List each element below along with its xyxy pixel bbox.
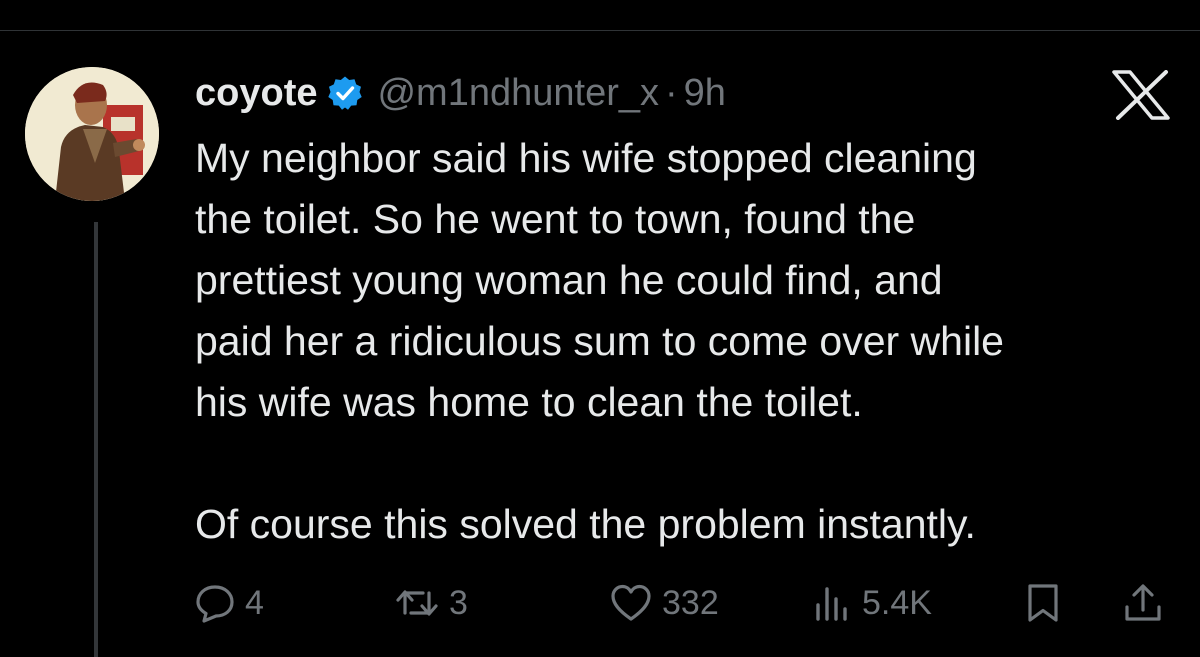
thread-line	[94, 222, 98, 657]
speech-bubble-icon	[195, 583, 235, 623]
action-bar: 4 3 332 5.4K	[195, 578, 1170, 628]
bookmark-icon	[1025, 582, 1061, 624]
avatar[interactable]	[25, 67, 159, 201]
share-upload-icon	[1123, 582, 1163, 624]
share-button[interactable]	[1123, 578, 1163, 628]
user-handle[interactable]: @m1ndhunter_x	[377, 72, 659, 115]
repost-button[interactable]: 3	[395, 578, 468, 628]
tweet-line: prettiest young woman he could find, and	[195, 257, 943, 303]
tweet-line: the toilet. So he went to town, found th…	[195, 196, 916, 242]
reply-button[interactable]: 4	[195, 578, 264, 628]
avatar-illustration	[25, 67, 159, 201]
repost-arrows-icon	[395, 583, 439, 623]
tweet-text: My neighbor said his wife stopped cleani…	[195, 128, 1155, 555]
tweet-line: paid her a ridiculous sum to come over w…	[195, 318, 1004, 364]
like-button[interactable]: 332	[610, 578, 719, 628]
heart-icon	[610, 583, 652, 623]
reply-count: 4	[245, 583, 264, 622]
views-button[interactable]: 5.4K	[812, 578, 932, 628]
top-divider	[0, 30, 1200, 31]
bookmark-button[interactable]	[1025, 578, 1061, 628]
repost-count: 3	[449, 583, 468, 622]
tweet-line: Of course this solved the problem instan…	[195, 501, 976, 547]
display-name[interactable]: coyote	[195, 72, 317, 115]
separator-dot: ·	[665, 71, 678, 114]
x-logo-icon[interactable]	[1112, 70, 1170, 120]
view-count: 5.4K	[862, 583, 932, 622]
tweet-line: My neighbor said his wife stopped cleani…	[195, 135, 977, 181]
timestamp[interactable]: 9h	[684, 72, 726, 115]
tweet-header: coyote @m1ndhunter_x · 9h	[195, 66, 726, 120]
tweet-line: his wife was home to clean the toilet.	[195, 379, 863, 425]
like-count: 332	[662, 583, 719, 622]
bar-chart-icon	[812, 583, 852, 623]
verified-badge-icon	[327, 75, 363, 111]
